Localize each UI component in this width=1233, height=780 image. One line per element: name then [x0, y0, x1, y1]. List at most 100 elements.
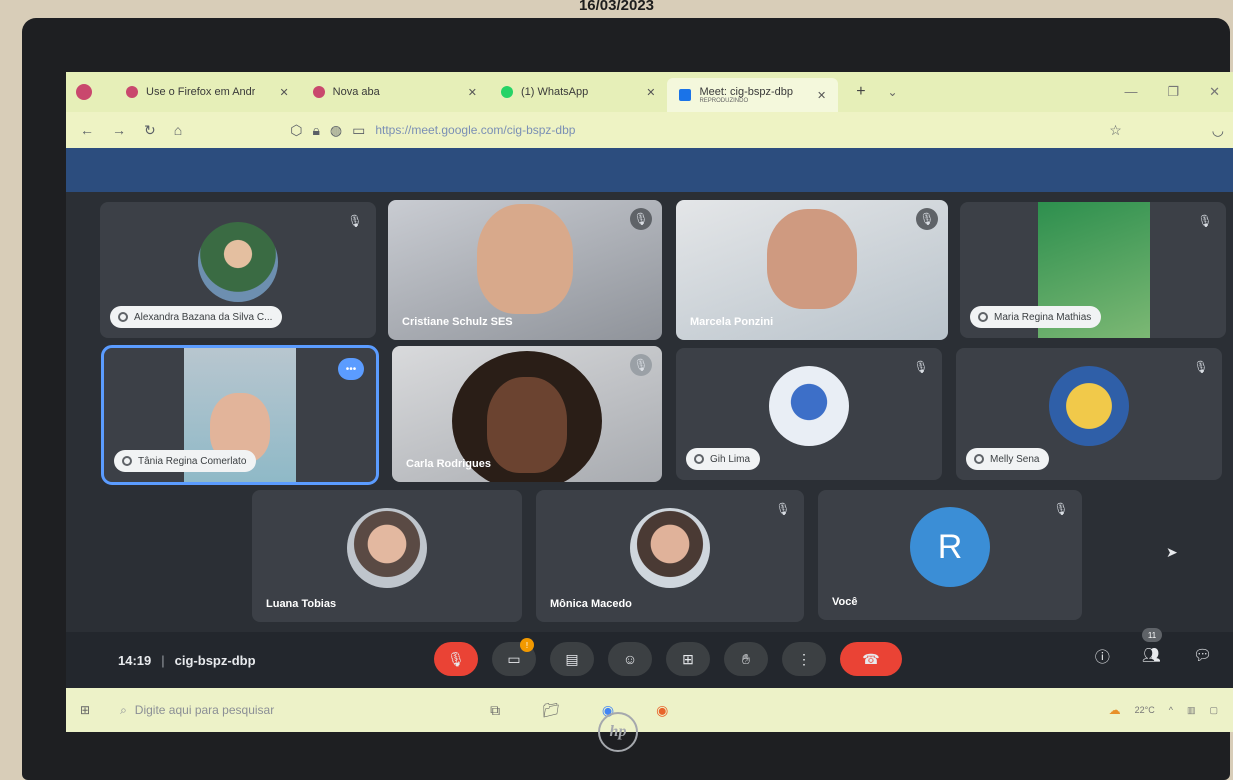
url-text[interactable]: https://meet.google.com/cig-bspz-dbp: [375, 123, 575, 137]
lock-icon[interactable]: 🔒︎: [312, 122, 319, 139]
firefox-taskbar-icon[interactable]: ◉: [656, 702, 668, 719]
warning-badge: !: [520, 638, 534, 652]
address-bar[interactable]: ⬡ 🔒︎ ◍ ▭ https://meet.google.com/cig-bsp…: [290, 122, 575, 139]
reload-icon[interactable]: ↻: [144, 122, 156, 139]
participant-tile[interactable]: 🎙︎ Alexandra Bazana da Silva C...: [100, 202, 376, 338]
mic-off-icon: 🎙︎: [1197, 214, 1213, 228]
tab-meet[interactable]: Meet: cig-bspz-dbp REPRODUZINDO ✕: [667, 78, 839, 112]
restore-icon[interactable]: ❐: [1167, 84, 1179, 100]
tab-whatsapp[interactable]: (1) WhatsApp ✕: [489, 77, 667, 107]
weather-icon: ☁︎: [1108, 703, 1121, 717]
pocket-icon[interactable]: ◡: [1212, 122, 1224, 139]
tab-title: Use o Firefox em Andr: [146, 86, 256, 98]
screen: Use o Firefox em Andr ✕ Nova aba ✕ (1) W…: [66, 72, 1233, 732]
present-screen-button[interactable]: ⊞: [666, 642, 710, 676]
file-explorer-icon[interactable]: 📁︎: [542, 702, 560, 719]
meet-side-icons: ⓘ 👥︎ 💬︎: [1095, 646, 1212, 667]
mic-off-icon: 🎙︎: [775, 502, 791, 516]
back-arrow-icon[interactable]: ←: [80, 122, 94, 138]
participant-name-pill: Melly Sena: [966, 448, 1050, 470]
participant-tile[interactable]: 🎙︎ Mônica Macedo: [536, 490, 804, 622]
camera-toggle-button[interactable]: ▭ !: [492, 638, 536, 676]
mic-toggle-button[interactable]: 🎙︎: [434, 642, 478, 676]
home-icon[interactable]: ⌂: [174, 122, 182, 138]
participant-name-pill: Gih Lima: [686, 448, 761, 470]
participant-tile[interactable]: 🎙︎ Cristiane Schulz SES: [388, 200, 662, 340]
network-icon[interactable]: ▥: [1187, 705, 1196, 716]
participant-name: Carla Rodrigues: [406, 458, 491, 470]
participant-tile[interactable]: 🎙︎ Gih Lima: [676, 348, 942, 480]
firefox-icon[interactable]: [76, 84, 92, 100]
forward-arrow-icon[interactable]: →: [112, 122, 126, 138]
browser-nav-bar: ← → ↻ ⌂ ⬡ 🔒︎ ◍ ▭ https://meet.google.com…: [66, 112, 1233, 148]
camera-mic-permission-icon[interactable]: ◍: [330, 122, 342, 139]
face: [487, 376, 567, 473]
participant-name: Alexandra Bazana da Silva C...: [134, 311, 273, 323]
emoji-icon: ☺: [622, 651, 638, 667]
phone-hangup-icon: ☎︎: [862, 650, 880, 667]
participant-tile[interactable]: 🎙︎ Melly Sena: [956, 348, 1222, 480]
chevron-down-icon[interactable]: ⌄: [888, 85, 898, 99]
mic-off-icon: 🎙︎: [1193, 360, 1209, 374]
tab-title: Nova aba: [332, 86, 380, 98]
notification-icon[interactable]: ▢: [1209, 705, 1218, 716]
participant-tile[interactable]: 🎙︎ Marcela Ponzini: [676, 200, 948, 340]
tray-expand-icon[interactable]: ^: [1169, 705, 1173, 715]
separator: |: [161, 652, 165, 668]
mic-off-icon: 🎙︎: [630, 208, 652, 230]
close-tab-icon[interactable]: ✕: [646, 86, 655, 99]
tab-firefox-android[interactable]: Use o Firefox em Andr ✕: [114, 77, 301, 107]
participant-tile-self[interactable]: R 🎙︎ Você: [818, 490, 1082, 620]
task-view-icon[interactable]: ⧉: [490, 702, 500, 719]
avatar: [347, 508, 427, 588]
mic-off-icon: 🎙︎: [630, 354, 652, 376]
participant-name-pill: Tânia Regina Comerlato: [114, 450, 257, 472]
close-tab-icon[interactable]: ✕: [817, 89, 826, 102]
participant-name: Melly Sena: [990, 453, 1040, 465]
avatar: [630, 508, 710, 588]
captions-button[interactable]: ▤: [550, 642, 594, 676]
minimize-icon[interactable]: —: [1124, 84, 1137, 100]
screen-share-icon[interactable]: ▭: [352, 122, 365, 139]
firefox-favicon-icon: [312, 86, 325, 98]
hp-logo-icon: hp: [598, 712, 638, 752]
leave-call-button[interactable]: ☎︎: [840, 642, 902, 676]
temperature[interactable]: 22°C: [1135, 705, 1155, 715]
participant-tile-active-speaker[interactable]: ••• Tânia Regina Comerlato: [101, 345, 379, 485]
windows-start-icon[interactable]: ⊞: [80, 703, 90, 717]
mic-off-icon: 🎙︎: [347, 214, 363, 228]
shield-icon[interactable]: ⬡: [290, 122, 302, 139]
info-icon[interactable]: ⓘ: [1095, 646, 1110, 667]
chat-icon[interactable]: 💬︎: [1193, 646, 1212, 667]
taskbar-search[interactable]: ⌕ Digite aqui para pesquisar: [120, 703, 370, 718]
pin-icon: [978, 312, 988, 322]
window-controls: — ❐ ✕: [1124, 84, 1233, 100]
hand-icon: ✋︎: [742, 650, 750, 667]
participant-name: Você: [832, 596, 858, 608]
close-tab-icon[interactable]: ✕: [279, 86, 288, 99]
participant-count-badge: 11: [1142, 628, 1162, 642]
participant-tile[interactable]: Luana Tobias: [252, 490, 522, 622]
video-feed: [477, 203, 573, 314]
people-icon[interactable]: 👥︎: [1142, 646, 1161, 667]
camera-icon: ▭: [507, 650, 521, 667]
more-options-button[interactable]: ⋮: [782, 642, 826, 676]
participant-name-pill: Maria Regina Mathias: [970, 306, 1102, 328]
call-controls: 🎙︎ ▭ ! ▤ ☺ ⊞ ✋︎ ⋮ ☎︎: [434, 638, 902, 676]
bookmark-star-icon[interactable]: ☆: [1109, 122, 1122, 139]
mic-off-icon: 🎙︎: [913, 360, 929, 374]
avatar: [198, 222, 278, 302]
tab-new-tab[interactable]: Nova aba ✕: [301, 77, 489, 107]
participant-tile[interactable]: 🎙︎ Maria Regina Mathias: [960, 202, 1226, 338]
close-window-icon[interactable]: ✕: [1209, 84, 1220, 100]
reactions-button[interactable]: ☺: [608, 642, 652, 676]
scan-date-stamp: 16/03/2023: [578, 0, 655, 12]
meet-favicon-icon: [679, 89, 692, 101]
participant-name: Mônica Macedo: [550, 598, 632, 610]
tab-title: Meet: cig-bspz-dbp REPRODUZINDO: [699, 86, 793, 104]
participant-tile[interactable]: 🎙︎ Carla Rodrigues: [392, 346, 662, 482]
new-tab-plus-icon[interactable]: +: [856, 83, 865, 101]
close-tab-icon[interactable]: ✕: [468, 86, 477, 99]
whatsapp-favicon-icon: [500, 86, 513, 98]
raise-hand-button[interactable]: ✋︎: [724, 642, 768, 676]
